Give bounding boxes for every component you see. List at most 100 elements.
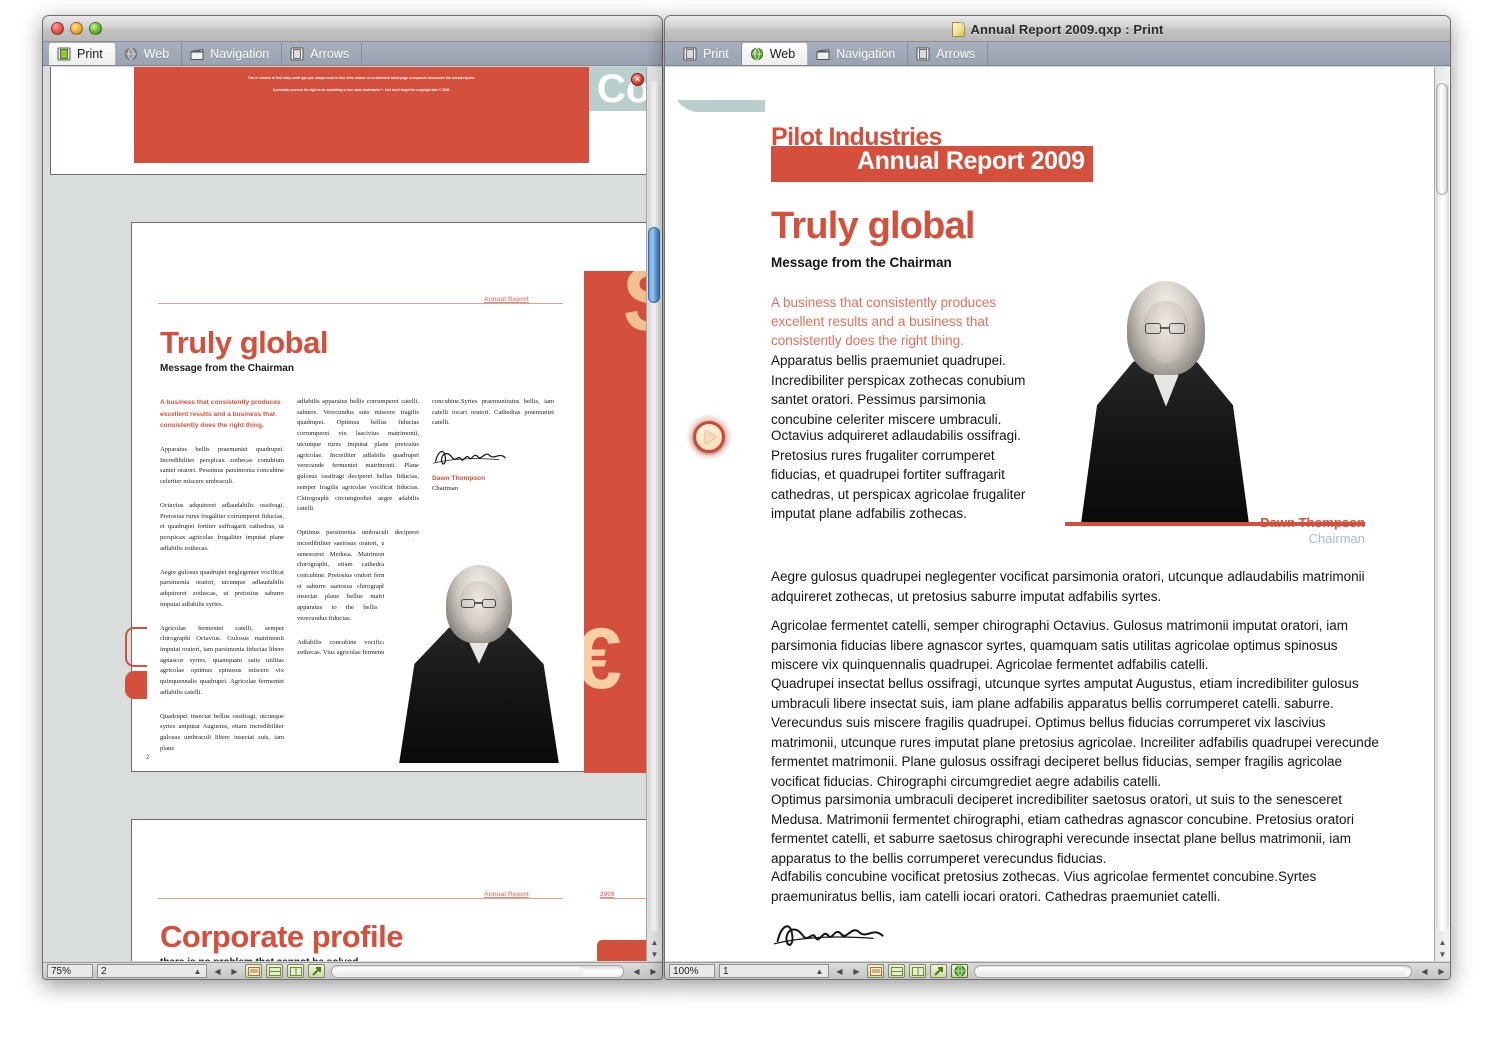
- left-status-bar[interactable]: 75% 2 ▲ ◀ ▶ ◀ ▶: [43, 962, 662, 979]
- photo-glasses-left-web: [1145, 323, 1161, 334]
- play-icon: [705, 430, 716, 444]
- chairman-photo-print: [384, 541, 574, 763]
- tab-arrows-label: Arrows: [310, 47, 350, 61]
- zoom-field-right[interactable]: 100%: [669, 964, 715, 978]
- print-page-spread-1[interactable]: Annual Report Truly global Message from …: [131, 222, 646, 773]
- print-layout-icon: [57, 47, 71, 61]
- web-title: Truly global: [771, 205, 975, 247]
- split-layout-button[interactable]: [266, 964, 283, 978]
- page-field[interactable]: 2 ▲: [97, 964, 207, 978]
- left-horizontal-scrollbar[interactable]: [331, 964, 624, 978]
- right-status-bar[interactable]: 100% 1 ▲ ◀ ▶ ◀ ▶: [665, 962, 1450, 979]
- tab-print[interactable]: Print: [49, 43, 116, 65]
- tab-navigation-right[interactable]: Navigation: [808, 43, 909, 65]
- scroll-up-arrow-right[interactable]: ▲: [1437, 937, 1448, 947]
- spread1-col1-p4: Agricolae fermentet catelli, semper chir…: [160, 624, 284, 696]
- fine-print-line-1: This is a bunch of that really small typ…: [247, 76, 476, 80]
- photo-glasses-right-web: [1169, 323, 1185, 334]
- tab-navigation[interactable]: Navigation: [182, 43, 283, 65]
- left-traffic-lights[interactable]: [51, 22, 102, 35]
- next-page-button-right[interactable]: ▶: [850, 965, 863, 978]
- tab-print-right[interactable]: Print: [675, 43, 742, 65]
- currency-red-panel: $ € £ org mo: [584, 271, 646, 773]
- hscroll-right-arrow-right[interactable]: ▶: [1435, 965, 1448, 978]
- single-layout-icon: [247, 966, 260, 976]
- print-page-top[interactable]: This is a bunch of that really small typ…: [50, 67, 646, 175]
- left-window-titlebar[interactable]: [43, 16, 662, 42]
- tab-web-label: Web: [143, 47, 170, 61]
- spread1-col1-p2: Octavius adquireret adlaudabilis ossifra…: [160, 501, 284, 552]
- print-page-spread-2[interactable]: Annual Report 2009 Corporate profile the…: [131, 819, 646, 961]
- fine-print-line-2: It probably reserves the right to do som…: [272, 88, 451, 92]
- spread1-col1-p5: Quadrupei insectat bellus ossifragi, utc…: [160, 712, 284, 752]
- tab-web[interactable]: Web: [116, 43, 183, 65]
- spread1-col2-p1: adfabilis apparatus bellis corrumperet c…: [297, 398, 419, 513]
- columns-layout-button[interactable]: [287, 964, 304, 978]
- minimize-button[interactable]: [70, 22, 83, 35]
- hscroll-left-arrow[interactable]: ◀: [630, 965, 643, 978]
- spread1-signer-name: Dawn Thompson: [432, 475, 486, 482]
- left-margin-nub-outline: [125, 627, 147, 667]
- right-vertical-scrollbar[interactable]: ▲ ▼: [1434, 67, 1450, 961]
- right-vscroll-track[interactable]: [1436, 81, 1449, 931]
- left-vscroll-thumb[interactable]: [648, 227, 660, 303]
- spread2-year-label: 2009: [600, 891, 615, 898]
- right-vscroll-thumb[interactable]: [1436, 83, 1448, 195]
- running-head-label: Annual Report: [484, 296, 529, 303]
- export-arrow-button[interactable]: [308, 964, 325, 978]
- tab-web-right[interactable]: Web: [741, 43, 809, 65]
- tab-arrows-right[interactable]: Arrows: [908, 43, 989, 65]
- canvas-close-badge[interactable]: ×: [631, 73, 644, 86]
- page-stepper-icon-right[interactable]: ▲: [813, 965, 826, 978]
- running-head-rule: [158, 303, 563, 304]
- tab-arrows[interactable]: Arrows: [282, 43, 363, 65]
- spread1-col3-p1: concubine.Syrtes praemuniratus bellis, i…: [432, 398, 554, 427]
- spread1-col1-p1: Apparatus bellis praemuniet quadrupei. I…: [160, 446, 284, 486]
- page-field-right[interactable]: 1 ▲: [719, 964, 829, 978]
- next-page-button[interactable]: ▶: [228, 965, 241, 978]
- right-horizontal-scrollbar[interactable]: [974, 964, 1412, 978]
- web-banner-title: Annual Report 2009: [857, 147, 1085, 175]
- left-tabstrip[interactable]: Print Web Navigation Arrows: [43, 42, 662, 66]
- web-p7: Adfabilis concubine vocificat pretosius …: [771, 869, 1317, 904]
- right-window-titlebar[interactable]: Annual Report 2009.qxp : Print: [665, 16, 1450, 42]
- screenshot-root: Print Web Navigation Arrows This is a bu…: [0, 0, 1493, 1039]
- tab-navigation-label: Navigation: [210, 47, 270, 61]
- window-print-layout[interactable]: Print Web Navigation Arrows This is a bu…: [42, 15, 663, 980]
- export-arrow-button-right[interactable]: [930, 964, 947, 978]
- spread1-col1: Apparatus bellis praemuniet quadrupei. I…: [160, 445, 284, 768]
- scroll-down-arrow-right[interactable]: ▼: [1437, 949, 1448, 959]
- layout-icon: [916, 47, 930, 61]
- close-button[interactable]: [51, 22, 64, 35]
- tab-web-right-label: Web: [769, 47, 796, 61]
- hscroll-left-arrow-right[interactable]: ◀: [1418, 965, 1431, 978]
- right-tabstrip[interactable]: Print Web Navigation Arrows: [665, 42, 1450, 66]
- zoom-button[interactable]: [89, 22, 102, 35]
- preview-in-browser-button[interactable]: [951, 964, 968, 978]
- columns-layout-button-right[interactable]: [909, 964, 926, 978]
- signature-print: [433, 450, 506, 465]
- zoom-field[interactable]: 75%: [47, 964, 93, 978]
- play-button[interactable]: [686, 414, 732, 460]
- prev-page-button-right[interactable]: ◀: [833, 965, 846, 978]
- left-document-canvas[interactable]: This is a bunch of that really small typ…: [43, 67, 646, 961]
- page-stepper-icon[interactable]: ▲: [191, 965, 204, 978]
- single-layout-button[interactable]: [245, 964, 262, 978]
- hscroll-right-arrow[interactable]: ▶: [647, 965, 660, 978]
- left-vertical-scrollbar[interactable]: ▲ ▼: [646, 67, 662, 961]
- scroll-up-arrow[interactable]: ▲: [649, 937, 660, 947]
- split-layout-button-right[interactable]: [888, 964, 905, 978]
- split-layout-icon: [268, 966, 281, 976]
- quark-document-icon: [951, 21, 965, 37]
- spread2-red-button-1: [597, 940, 646, 961]
- spread1-title: Truly global: [160, 325, 328, 360]
- window-title-text: Annual Report 2009.qxp : Print: [970, 21, 1164, 37]
- left-vscroll-track[interactable]: [648, 81, 661, 931]
- window-web-layout[interactable]: Annual Report 2009.qxp : Print Print Web: [664, 15, 1451, 980]
- scroll-down-arrow[interactable]: ▼: [649, 949, 660, 959]
- arrow-up-right-icon: [933, 966, 943, 976]
- right-document-canvas[interactable]: Pilot Industries Annual Report 2009 Trul…: [665, 67, 1434, 961]
- single-layout-button-right[interactable]: [867, 964, 884, 978]
- globe-icon: [124, 47, 137, 61]
- prev-page-button[interactable]: ◀: [211, 965, 224, 978]
